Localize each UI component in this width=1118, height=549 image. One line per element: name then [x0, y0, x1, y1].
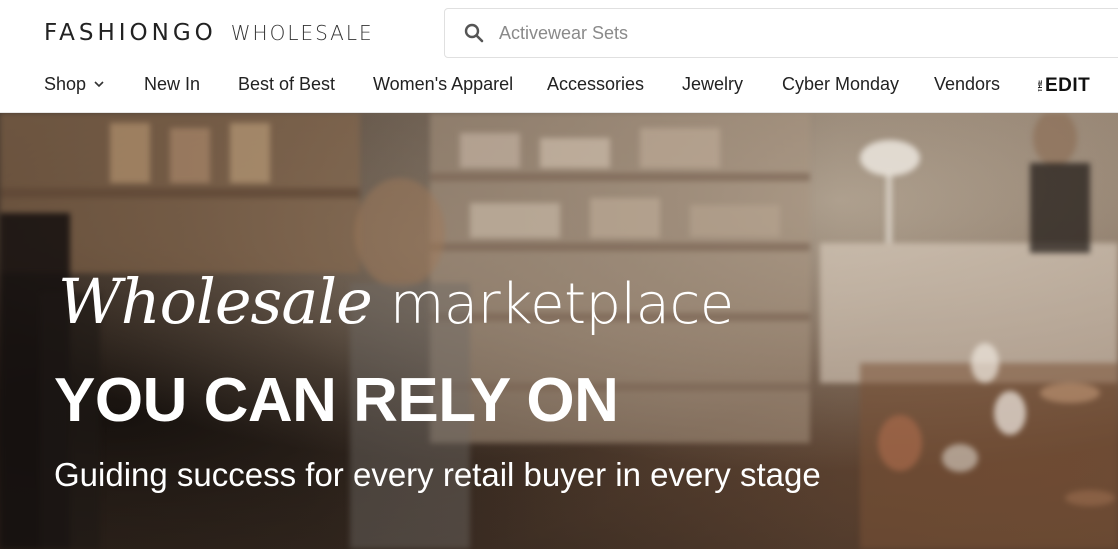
nav-item-jewelry[interactable]: Jewelry: [682, 74, 743, 95]
nav-item-new-in[interactable]: New In: [144, 74, 200, 95]
nav-item-label: Best of Best: [238, 74, 336, 94]
site-header: FASHIONGO WHOLESALE Shop New In Best of …: [0, 0, 1118, 113]
main-nav: Shop New In Best of Best Women's Apparel…: [0, 72, 1118, 102]
hero-title-line: Wholesale marketplace: [58, 265, 734, 338]
hero-script-word: Wholesale: [58, 265, 373, 338]
edit-logo-word: EDIT: [1045, 75, 1091, 96]
hero-banner: Wholesale marketplace YOU CAN RELY ON Gu…: [0, 113, 1118, 549]
hero-subtitle: Guiding success for every retail buyer i…: [54, 456, 821, 493]
edit-logo-small-text: THE: [1038, 80, 1044, 92]
nav-item-best-of-best[interactable]: Best of Best: [238, 74, 335, 95]
nav-item-accessories[interactable]: Accessories: [547, 74, 644, 95]
hero-title-rest: marketplace: [389, 272, 734, 337]
nav-item-shop[interactable]: Shop: [44, 74, 104, 95]
nav-item-label: Cyber Monday: [782, 74, 900, 94]
chevron-down-icon: [94, 81, 104, 88]
search-input[interactable]: [497, 21, 1057, 45]
nav-item-label: Women's Apparel: [373, 74, 514, 94]
nav-item-womens-apparel[interactable]: Women's Apparel: [373, 74, 513, 95]
nav-item-label: Jewelry: [682, 74, 744, 94]
site-logo[interactable]: FASHIONGO WHOLESALE: [44, 20, 374, 46]
hero-headline: YOU CAN RELY ON: [54, 366, 619, 435]
logo-sub-text: WHOLESALE: [230, 21, 374, 45]
nav-item-label: Shop: [44, 74, 87, 94]
nav-item-label: Vendors: [934, 74, 1001, 94]
nav-item-cyber-monday[interactable]: Cyber Monday: [782, 74, 899, 95]
nav-item-the-edit[interactable]: THE EDIT: [1038, 75, 1090, 97]
search-bar[interactable]: [444, 8, 1118, 58]
logo-brand-text: FASHIONGO: [44, 20, 217, 46]
nav-item-label: New In: [144, 74, 201, 94]
nav-item-vendors[interactable]: Vendors: [934, 74, 1000, 95]
nav-item-label: Accessories: [547, 74, 645, 94]
search-icon[interactable]: [463, 22, 485, 44]
